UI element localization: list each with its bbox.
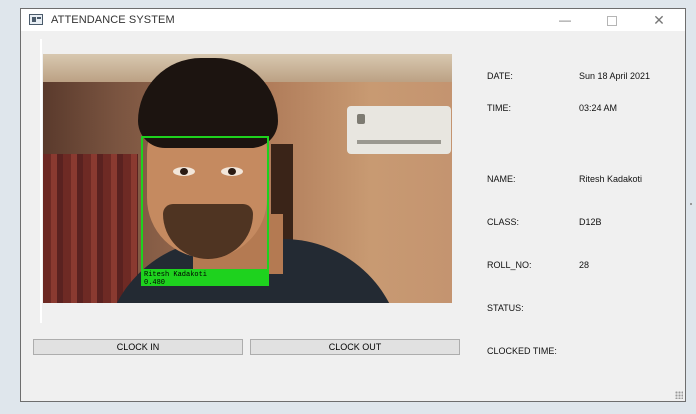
- minimize-button[interactable]: —: [545, 9, 585, 31]
- roll-no-label: ROLL_NO:: [487, 260, 532, 270]
- face-detection-box: [141, 136, 269, 271]
- camera-feed: Ritesh Kadakoti 0.480: [43, 54, 452, 303]
- name-value: Ritesh Kadakoti: [579, 174, 643, 184]
- class-value: D12B: [579, 217, 602, 227]
- detection-score: 0.480: [144, 279, 166, 287]
- window-title: ATTENDANCE SYSTEM: [51, 14, 175, 26]
- app-icon: [29, 14, 43, 25]
- status-label: STATUS:: [487, 303, 524, 313]
- air-conditioner: [347, 106, 451, 154]
- resize-grip[interactable]: [675, 391, 683, 399]
- close-button[interactable]: ✕: [639, 9, 679, 31]
- time-label: TIME:: [487, 103, 511, 113]
- detected-name: Ritesh Kadakoti: [144, 271, 208, 279]
- curtain: [43, 154, 138, 303]
- date-value: Sun 18 April 2021: [579, 71, 651, 81]
- name-label: NAME:: [487, 174, 516, 184]
- clocked-time-label: CLOCKED TIME:: [487, 346, 557, 356]
- class-label: CLASS:: [487, 217, 520, 227]
- date-label: DATE:: [487, 71, 513, 81]
- time-value: 03:24 AM: [579, 103, 618, 113]
- app-window: ATTENDANCE SYSTEM — ✕ Ritesh Kadakoti 0.…: [20, 8, 686, 402]
- ac-logo: [357, 114, 365, 124]
- clock-out-button[interactable]: CLOCK OUT: [250, 339, 460, 355]
- clock-in-button[interactable]: CLOCK IN: [33, 339, 243, 355]
- title-bar[interactable]: ATTENDANCE SYSTEM — ✕: [21, 9, 685, 31]
- edge-marker: [690, 203, 692, 205]
- maximize-button[interactable]: [592, 9, 632, 31]
- roll-no-value: 28: [579, 260, 590, 270]
- maximize-icon: [607, 15, 617, 26]
- face-detection-label: Ritesh Kadakoti 0.480: [141, 270, 269, 287]
- video-panel-divider: [40, 39, 42, 323]
